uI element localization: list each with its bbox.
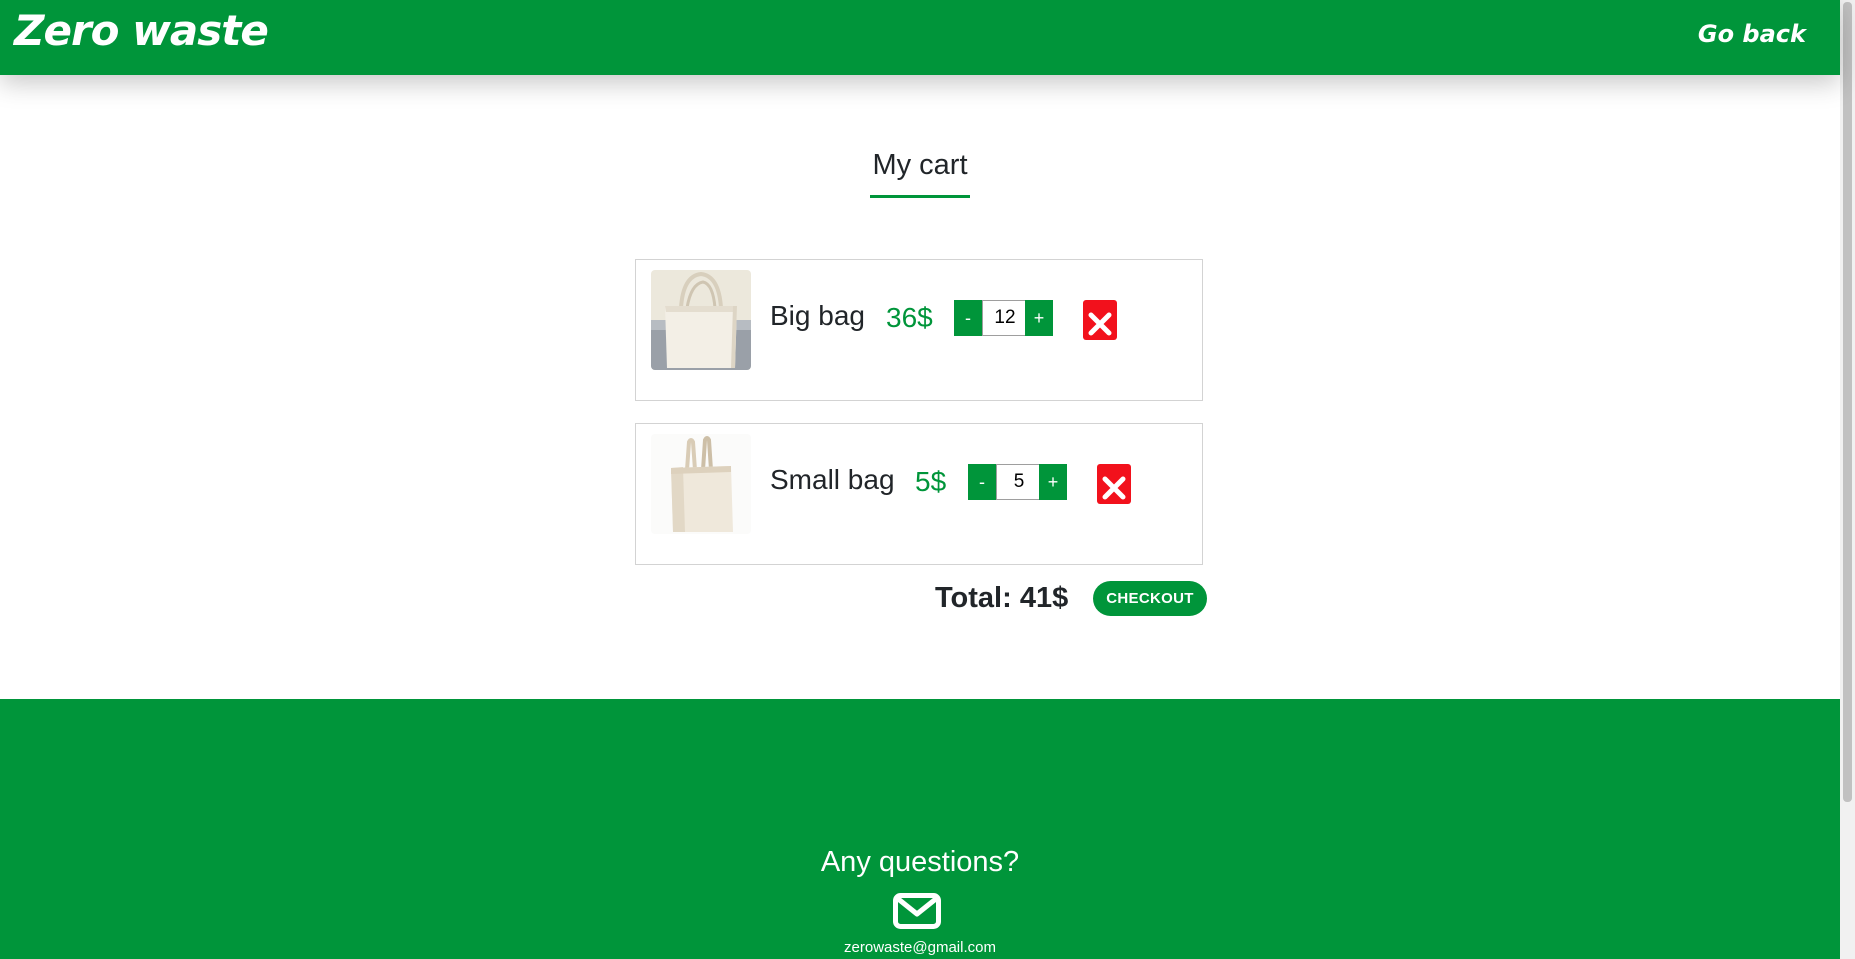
big-bag-image: [651, 270, 751, 370]
close-icon: [1088, 312, 1112, 335]
site-footer: Any questions? zerowaste@gmail.com: [0, 699, 1840, 959]
footer-email[interactable]: zerowaste@gmail.com: [0, 939, 1840, 957]
small-tote-bag-photo: [651, 434, 751, 534]
item-price: 5$: [915, 466, 947, 497]
scrollbar-thumb[interactable]: [1843, 2, 1852, 802]
remove-item-button[interactable]: [1083, 300, 1117, 340]
cart-item-big-bag: Big bag 36$ - +: [635, 259, 1203, 401]
title-underline: [870, 195, 970, 198]
go-back-link[interactable]: Go back: [1698, 20, 1806, 49]
cart-total: Total: 41$: [935, 582, 1069, 614]
tote-bag-photo: [651, 270, 751, 370]
vertical-scrollbar[interactable]: [1840, 0, 1855, 959]
increase-quantity-button[interactable]: +: [1025, 300, 1053, 336]
envelope-icon[interactable]: [893, 893, 941, 929]
remove-item-button[interactable]: [1097, 464, 1131, 504]
small-bag-image: [651, 434, 751, 534]
close-icon: [1102, 476, 1126, 499]
decrease-quantity-button[interactable]: -: [968, 464, 996, 500]
increase-quantity-button[interactable]: +: [1039, 464, 1067, 500]
item-price: 36$: [886, 302, 933, 333]
item-name: Small bag: [770, 464, 895, 495]
checkout-button[interactable]: CHECKOUT: [1093, 581, 1207, 616]
decrease-quantity-button[interactable]: -: [954, 300, 982, 336]
item-name: Big bag: [770, 300, 865, 331]
footer-question: Any questions?: [820, 846, 1020, 878]
site-header: Zero waste Go back: [0, 0, 1840, 75]
quantity-input[interactable]: [996, 464, 1042, 500]
logo[interactable]: Zero waste: [14, 7, 269, 54]
page-title: My cart: [872, 149, 968, 181]
quantity-input[interactable]: [982, 300, 1028, 336]
cart-item-small-bag: Small bag 5$ - +: [635, 423, 1203, 565]
